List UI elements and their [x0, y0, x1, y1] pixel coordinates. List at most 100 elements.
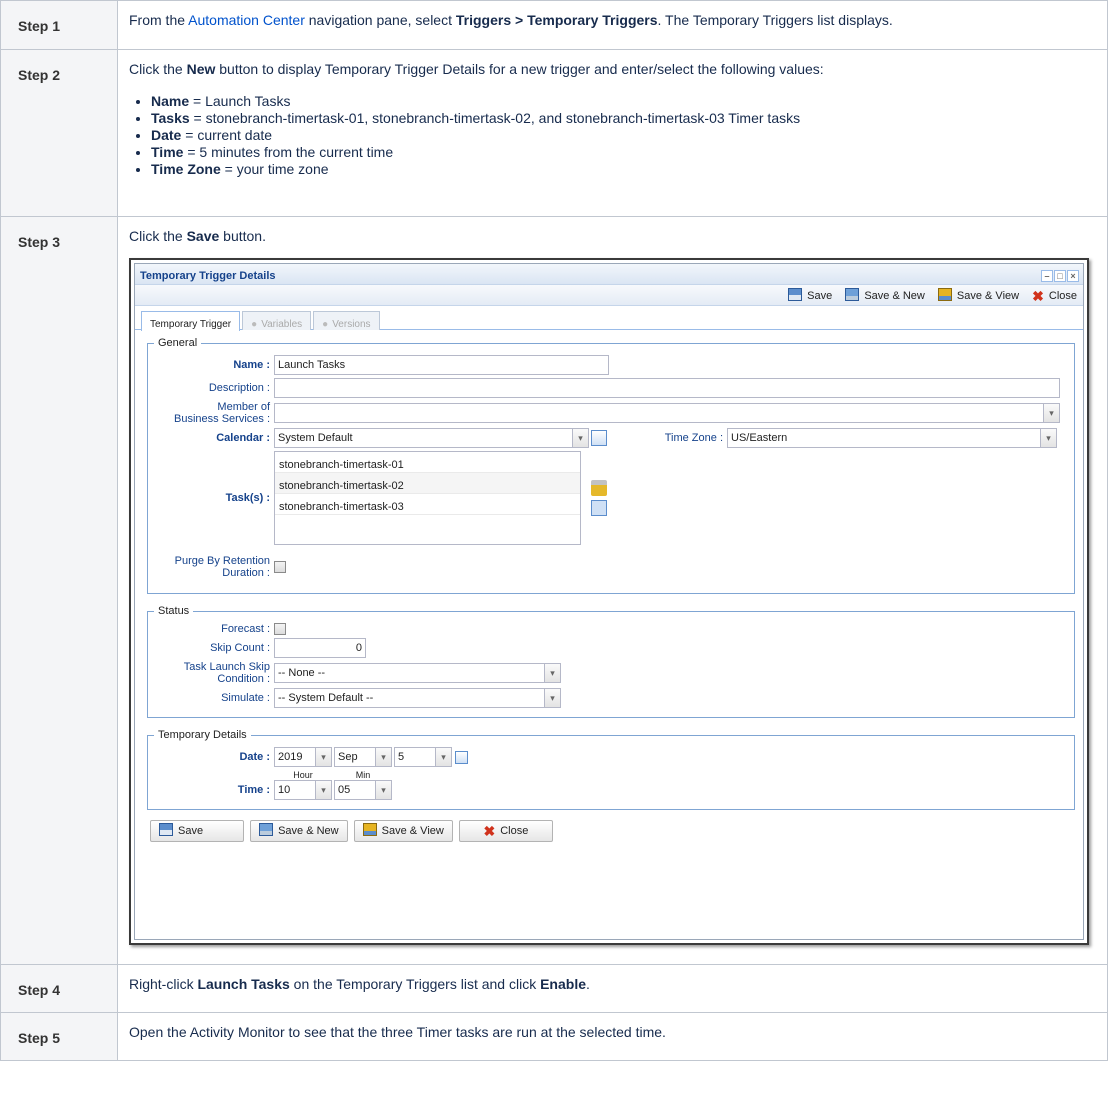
chevron-down-icon: ▾ [315, 748, 331, 766]
automation-center-link[interactable]: Automation Center [188, 12, 305, 28]
general-legend: General [158, 337, 198, 349]
save-view-icon [937, 288, 952, 301]
chevron-down-icon: ▾ [375, 748, 391, 766]
maximize-icon[interactable]: □ [1054, 270, 1066, 282]
tasks-list[interactable]: stonebranch-timertask-01 stonebranch-tim… [274, 451, 581, 545]
temporary-details-section: Temporary Details Date : 2019 ▾ Sep ▾ 5 ▾ T… [147, 726, 1075, 810]
launch-skip-label: Task Launch Skip Condition : [183, 661, 270, 685]
skip-count-field[interactable]: 0 [274, 638, 366, 658]
lock-icon[interactable] [591, 480, 607, 496]
step-2-new: New [186, 61, 216, 77]
save-icon [159, 823, 173, 836]
simulate-select[interactable]: -- System Default -- ▾ [274, 688, 561, 708]
tab-versions[interactable]: ● Versions [313, 311, 380, 330]
list-item: Name = Launch Tasks [151, 93, 1097, 110]
chevron-down-icon: ▾ [544, 664, 560, 682]
time-label: Time : [237, 784, 270, 796]
min-label: Min [355, 770, 371, 780]
purge-checkbox[interactable] [274, 561, 286, 573]
step-2-text-end: button to display Temporary Trigger Deta… [215, 61, 824, 77]
bullet-icon: ● [322, 319, 329, 330]
step-3-text: Click the [129, 228, 187, 244]
simulate-label: Simulate : [221, 692, 270, 704]
steps-table: Step 1 From the Automation Center naviga… [0, 0, 1108, 1061]
bottom-button-bar: Save Save & New Save & View ✖ Close [147, 818, 1075, 842]
step-2-text: Click the [129, 61, 187, 77]
step-1-text-mid: navigation pane, select [304, 12, 456, 28]
tab-temporary-trigger[interactable]: Temporary Trigger [141, 311, 241, 331]
forecast-checkbox[interactable] [274, 623, 286, 635]
step-2-label: Step 2 [0, 49, 118, 217]
toolbar-close-button[interactable]: ✖ Close [1032, 288, 1077, 304]
step-1-text-end: . The Temporary Triggers list displays. [657, 12, 893, 28]
general-section: General Name : Launch Tasks Description … [147, 334, 1075, 594]
step-4-text-end: . [586, 976, 590, 992]
time-zone-select[interactable]: US/Eastern ▾ [727, 428, 1057, 448]
close-icon: ✖ [483, 823, 496, 839]
minimize-icon[interactable]: – [1041, 270, 1053, 282]
hour-label: Hour [293, 770, 313, 780]
toolbar-save-button[interactable]: Save [788, 288, 832, 304]
save-new-icon [845, 288, 860, 301]
status-section: Status Forecast : Skip Count : 0 Task La… [147, 602, 1075, 718]
purge-label: Purge By Retention Duration : [174, 555, 270, 579]
step-3-label: Step 3 [0, 216, 118, 965]
close-button[interactable]: ✖ Close [458, 820, 553, 842]
calendar-select[interactable]: System Default ▾ [274, 428, 589, 448]
step-1-menu-path: Triggers > Temporary Triggers [455, 12, 658, 28]
save-view-button[interactable]: Save & View [353, 820, 453, 842]
step-3-body: Click the Save button. Temporary Trigger… [117, 216, 1108, 965]
list-item: Date = current date [151, 127, 1097, 144]
save-icon [788, 288, 803, 301]
day-select[interactable]: 5 ▾ [394, 747, 452, 767]
step-5-label: Step 5 [0, 1012, 118, 1061]
step-3-text-end: button. [219, 228, 266, 244]
skip-count-label: Skip Count : [210, 642, 270, 654]
list-item[interactable]: stonebranch-timertask-02 [275, 473, 580, 494]
toolbar-save-new-button[interactable]: Save & New [845, 288, 925, 304]
save-new-icon [259, 823, 274, 836]
calendar-details-icon[interactable] [591, 430, 607, 446]
chevron-down-icon: ▾ [315, 781, 331, 799]
search-icon[interactable] [591, 500, 607, 516]
business-services-select[interactable]: ▾ [274, 403, 1060, 423]
step-4-enable: Enable [540, 976, 586, 992]
calendar-picker-icon[interactable] [455, 750, 468, 764]
list-item: Time Zone = your time zone [151, 161, 1097, 178]
chevron-down-icon: ▾ [544, 689, 560, 707]
chevron-down-icon: ▾ [1043, 404, 1059, 422]
minute-select[interactable]: 05 ▾ [334, 780, 392, 800]
dialog-tabs: Temporary Trigger ● Variables ● Versions [135, 306, 1083, 331]
step-4-text: Right-click [129, 976, 198, 992]
chevron-down-icon: ▾ [375, 781, 391, 799]
step-4-text-mid: on the Temporary Triggers list and click [289, 976, 541, 992]
month-select[interactable]: Sep ▾ [334, 747, 392, 767]
save-new-button[interactable]: Save & New [250, 820, 348, 842]
description-field[interactable] [274, 378, 1060, 398]
forecast-label: Forecast : [221, 623, 270, 635]
dialog-title: Temporary Trigger Details [140, 270, 276, 282]
save-view-icon [362, 823, 377, 836]
name-label: Name : [233, 359, 270, 371]
step-1-text: From the [129, 12, 189, 28]
name-field[interactable]: Launch Tasks [274, 355, 609, 375]
step-4-label: Step 4 [0, 964, 118, 1013]
year-select[interactable]: 2019 ▾ [274, 747, 332, 767]
list-item[interactable]: stonebranch-timertask-03 [275, 494, 580, 515]
close-icon: ✖ [1032, 288, 1044, 304]
temporary-details-legend: Temporary Details [158, 729, 247, 741]
time-zone-label: Time Zone : [664, 432, 723, 444]
list-item: Tasks = stonebranch-timertask-01, stoneb… [151, 110, 1097, 127]
dialog-title-bar: Temporary Trigger Details – □ × [135, 264, 1083, 284]
step-5-body: Open the Activity Monitor to see that th… [117, 1012, 1108, 1061]
list-item[interactable]: stonebranch-timertask-01 [275, 452, 580, 473]
tasks-label: Task(s) : [225, 492, 270, 504]
save-button[interactable]: Save [150, 820, 244, 842]
toolbar-save-view-button[interactable]: Save & View [937, 288, 1019, 304]
step-2-body: Click the New button to display Temporar… [117, 49, 1108, 217]
close-window-icon[interactable]: × [1067, 270, 1079, 282]
values-list: Name = Launch Tasks Tasks = stonebranch-… [129, 93, 1097, 178]
hour-select[interactable]: 10 ▾ [274, 780, 332, 800]
tab-variables[interactable]: ● Variables [242, 311, 312, 330]
launch-skip-select[interactable]: -- None -- ▾ [274, 663, 561, 683]
